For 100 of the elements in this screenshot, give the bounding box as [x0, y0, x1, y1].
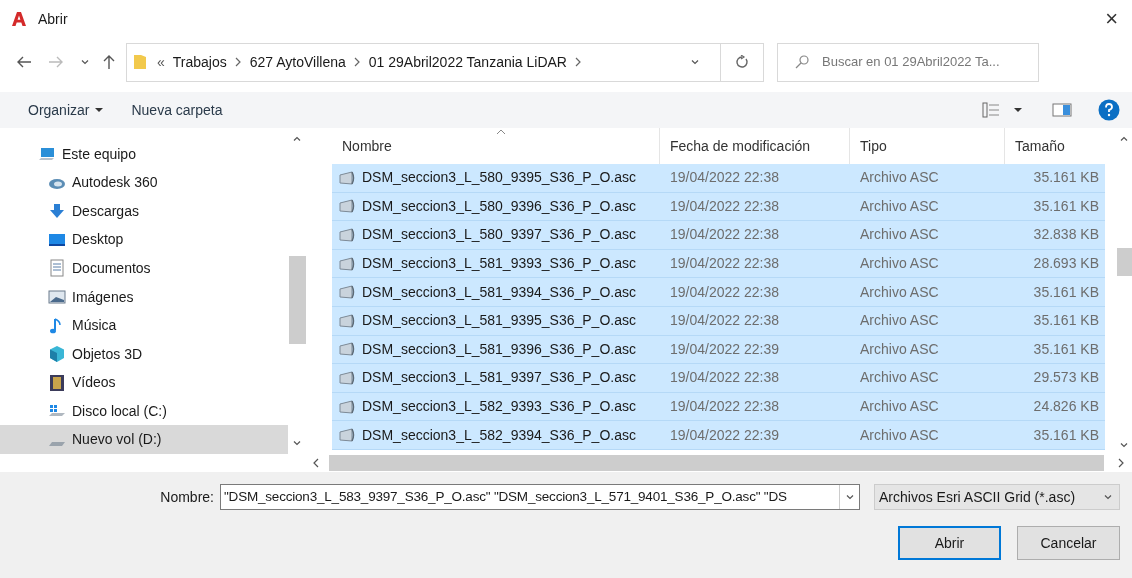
scroll-up-icon — [292, 134, 302, 144]
sidebar-item[interactable]: Descargas — [0, 197, 288, 226]
modified-date: 19/04/2022 22:38 — [670, 312, 779, 329]
modified-date: 19/04/2022 22:39 — [670, 340, 779, 357]
file-size: 35.161 KB — [1033, 169, 1099, 186]
file-row[interactable]: DSM_seccion3_L_580_9397_S36_P_O.asc 19/04/2022 22:38 Archivo ASC 32.838 KB — [332, 221, 1105, 250]
file-row[interactable]: DSM_seccion3_L_582_9393_S36_P_O.asc 19/04/2022 22:38 Archivo ASC 24.826 KB — [332, 392, 1105, 422]
forward-arrow-icon[interactable] — [48, 55, 64, 69]
sidebar-item[interactable]: Nuevo vol (D:) — [0, 425, 288, 454]
file-row[interactable]: DSM_seccion3_L_580_9396_S36_P_O.asc 19/04/2022 22:38 Archivo ASC 35.161 KB — [332, 192, 1105, 222]
filename-label: Nombre: — [160, 487, 214, 507]
filename-dropdown-icon — [844, 492, 855, 502]
file-row[interactable]: DSM_seccion3_L_581_9396_S36_P_O.asc 19/04/2022 22:39 Archivo ASC 35.161 KB — [332, 335, 1105, 365]
recent-dropdown-icon — [80, 57, 90, 67]
file-row[interactable]: DSM_seccion3_L_580_9395_S36_P_O.asc 19/04/2022 22:38 Archivo ASC 35.161 KB — [332, 164, 1105, 193]
dropdown-caret-icon[interactable] — [1014, 107, 1022, 113]
breadcrumb-item[interactable]: Trabajos — [172, 51, 227, 73]
modified-date: 19/04/2022 22:38 — [670, 283, 779, 300]
file-name: DSM_seccion3_L_580_9397_S36_P_O.asc — [362, 225, 636, 245]
sidebar-item[interactable]: Disco local (C:) — [0, 396, 288, 426]
breadcrumb-item[interactable]: 627 AytoVillena — [249, 51, 346, 73]
film-icon — [48, 373, 66, 392]
file-type: Archivo ASC — [860, 255, 939, 272]
sidebar-item[interactable]: Vídeos — [0, 368, 288, 397]
sidebar-item[interactable]: Música — [0, 311, 288, 340]
file-size: 24.826 KB — [1033, 398, 1099, 415]
open-button[interactable]: Abrir — [898, 526, 1001, 560]
file-icon — [338, 312, 356, 329]
file-row[interactable]: DSM_seccion3_L_581_9397_S36_P_O.asc 19/04/2022 22:38 Archivo ASC 29.573 KB — [332, 364, 1105, 393]
scrollbar-thumb[interactable] — [1116, 248, 1132, 276]
file-icon — [338, 227, 356, 243]
sort-ascending-icon — [496, 129, 506, 135]
up-arrow-icon[interactable] — [102, 54, 116, 70]
file-name: DSM_seccion3_L_581_9394_S36_P_O.asc — [362, 282, 636, 302]
file-icon — [338, 398, 356, 415]
refresh-icon — [735, 55, 749, 69]
new-folder-button[interactable]: Nueva carpeta — [131, 99, 223, 121]
sidebar-item[interactable]: Este equipo — [0, 140, 288, 169]
scrollbar-thumb[interactable] — [329, 455, 1104, 471]
sidebar-item[interactable]: Imágenes — [0, 282, 288, 312]
back-arrow-icon[interactable] — [16, 55, 32, 69]
sidebar-item[interactable]: Objetos 3D — [0, 339, 288, 369]
breadcrumb-overflow[interactable]: « — [157, 51, 165, 73]
file-type-dropdown[interactable]: Archivos Esri ASCII Grid (*.asc) — [874, 484, 1120, 510]
file-name: DSM_seccion3_L_582_9393_S36_P_O.asc — [362, 397, 636, 417]
file-type: Archivo ASC — [860, 169, 939, 186]
file-icon — [338, 427, 356, 444]
file-icon — [338, 341, 356, 358]
picture-icon — [48, 288, 66, 306]
file-size: 35.161 KB — [1033, 312, 1099, 329]
file-row[interactable]: DSM_seccion3_L_581_9394_S36_P_O.asc 19/04/2022 22:38 Archivo ASC 35.161 KB — [332, 278, 1105, 307]
modified-date: 19/04/2022 22:38 — [670, 226, 779, 243]
file-row[interactable]: DSM_seccion3_L_581_9395_S36_P_O.asc 19/04/2022 22:38 Archivo ASC 35.161 KB — [332, 306, 1105, 336]
file-size: 35.161 KB — [1033, 340, 1099, 357]
caret-icon — [95, 107, 104, 113]
file-name: DSM_seccion3_L_581_9393_S36_P_O.asc — [362, 254, 636, 274]
file-type: Archivo ASC — [860, 197, 939, 214]
modified-date: 19/04/2022 22:39 — [670, 426, 779, 443]
file-icon — [338, 255, 356, 272]
file-icon — [338, 198, 356, 215]
file-name: DSM_seccion3_L_580_9395_S36_P_O.asc — [362, 168, 636, 188]
address-dropdown-icon — [690, 57, 700, 67]
view-options-icon[interactable] — [982, 102, 1000, 118]
sidebar-item[interactable]: Autodesk 360 — [0, 168, 288, 198]
file-type: Archivo ASC — [860, 312, 939, 329]
drive-icon — [48, 440, 66, 447]
file-size: 28.693 KB — [1033, 255, 1099, 272]
file-size: 35.161 KB — [1033, 283, 1099, 300]
modified-date: 19/04/2022 22:38 — [670, 398, 779, 415]
scroll-right-icon — [1118, 458, 1125, 468]
sidebar-item[interactable]: Desktop — [0, 225, 288, 255]
sidebar-item[interactable]: Documentos — [0, 254, 288, 283]
scrollbar-thumb[interactable] — [288, 256, 306, 344]
file-row[interactable]: DSM_seccion3_L_582_9394_S36_P_O.asc 19/04/2022 22:39 Archivo ASC 35.161 KB — [332, 421, 1105, 450]
help-icon[interactable] — [1098, 99, 1120, 121]
filename-field[interactable]: "DSM_seccion3_L_583_9397_S36_P_O.asc" "DSM_seccion3_L_571_9401_S36_P_O.asc" "DS — [220, 484, 860, 510]
file-type: Archivo ASC — [860, 398, 939, 415]
document-icon — [48, 259, 66, 278]
scroll-down-icon — [292, 438, 302, 448]
file-icon — [338, 284, 356, 301]
cube-icon — [48, 345, 66, 364]
scroll-up-icon — [1119, 134, 1129, 144]
file-type: Archivo ASC — [860, 369, 939, 386]
breadcrumb-item[interactable]: 01 29Abril2022 Tanzania LiDAR — [368, 51, 567, 73]
preview-pane-icon[interactable] — [1052, 103, 1072, 117]
caret-icon — [1103, 492, 1113, 502]
chevron-right-icon[interactable] — [353, 57, 361, 67]
organize-menu-button[interactable]: Organizar — [28, 99, 104, 121]
chevron-right-icon[interactable] — [234, 57, 242, 67]
column-header[interactable]: Tamaño — [1005, 128, 1105, 164]
chevron-right-icon[interactable] — [575, 57, 582, 67]
file-name: DSM_seccion3_L_580_9396_S36_P_O.asc — [362, 196, 636, 216]
window-title: Abrir — [38, 9, 68, 29]
search-field[interactable]: Buscar en 01 29Abril2022 Ta... — [777, 42, 1039, 82]
close-button[interactable]: × — [1101, 8, 1122, 30]
file-size: 35.161 KB — [1033, 426, 1099, 443]
file-row[interactable]: DSM_seccion3_L_581_9393_S36_P_O.asc 19/04/2022 22:38 Archivo ASC 28.693 KB — [332, 249, 1105, 279]
cancel-button[interactable]: Cancelar — [1017, 526, 1120, 560]
address-bar[interactable]: « Trabajos 627 AytoVillena 01 29Abril2022 Tanzania LiDAR — [126, 42, 764, 82]
modified-date: 19/04/2022 22:38 — [670, 369, 779, 386]
